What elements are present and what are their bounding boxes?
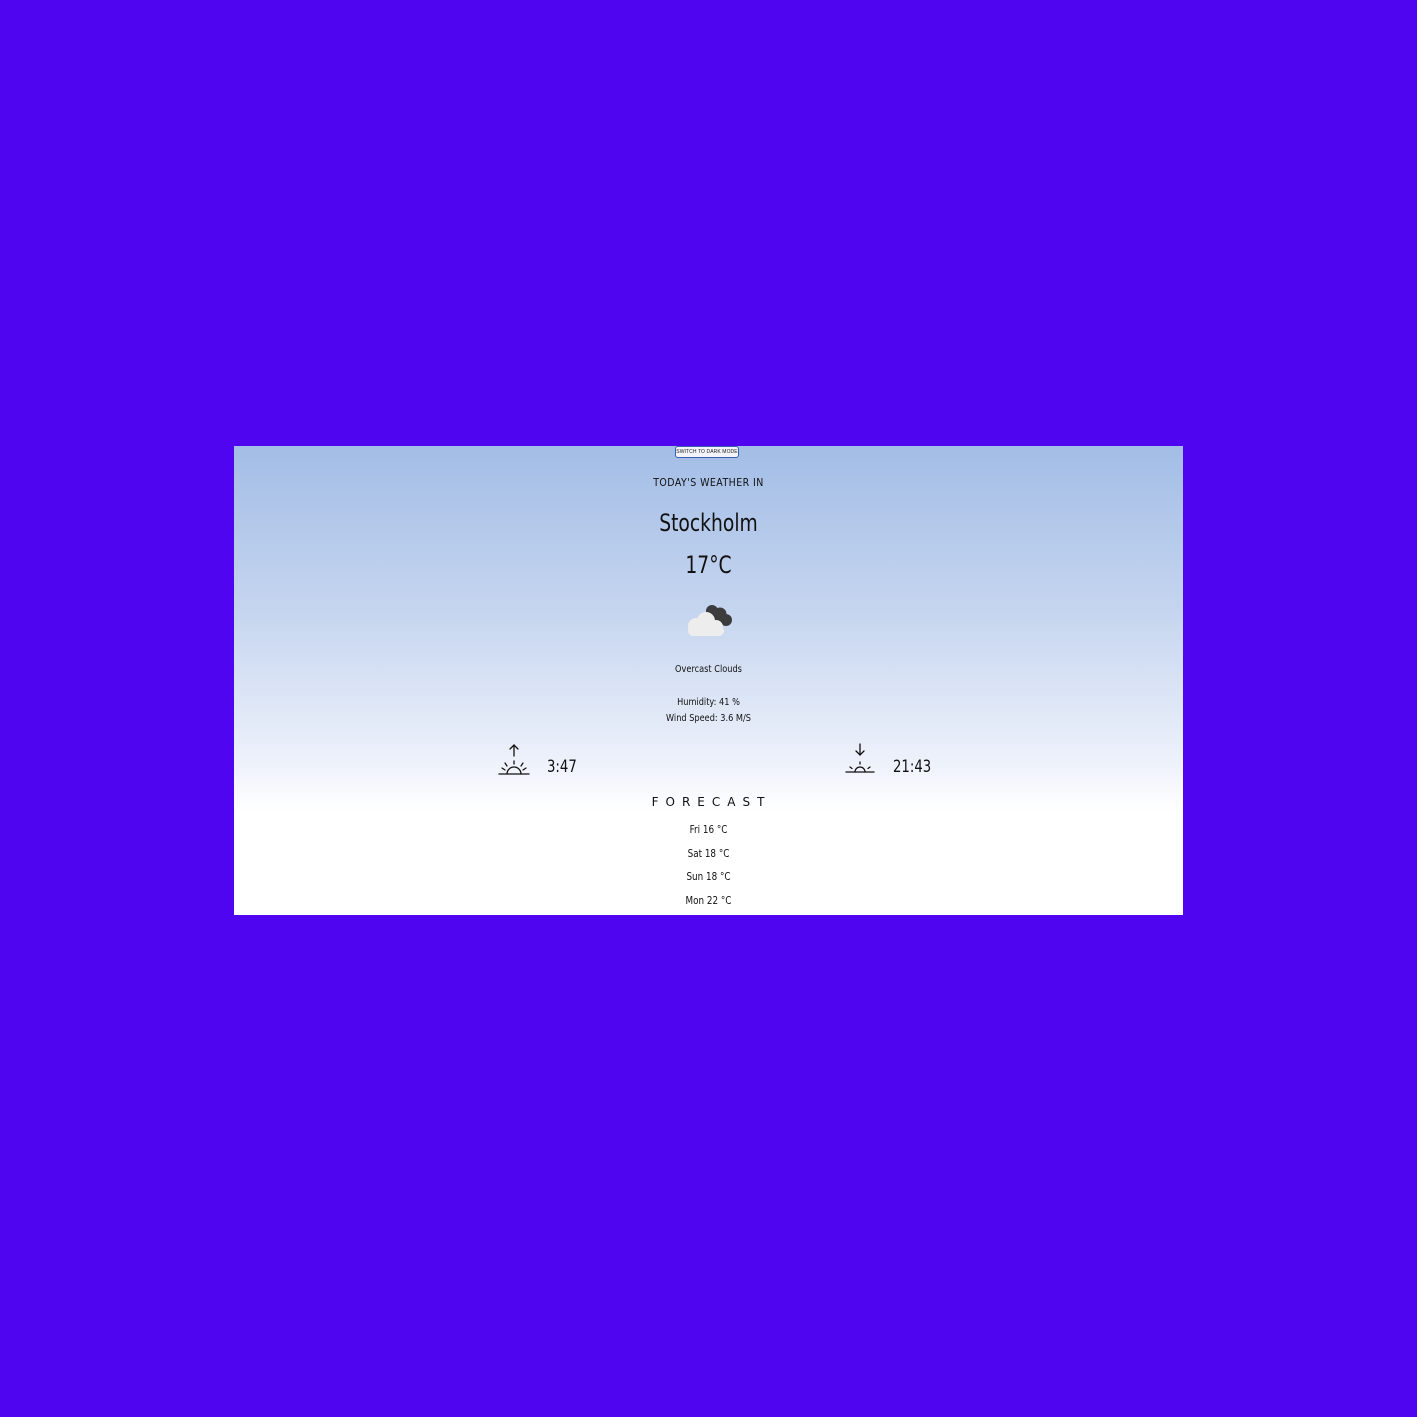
- sunrise-block: 3:47: [498, 743, 585, 777]
- wind-speed-readout: Wind Speed: 3.6 M/S: [666, 713, 751, 724]
- overcast-clouds-icon: [688, 605, 732, 636]
- forecast-item-mon: Mon 22 °C: [685, 894, 732, 908]
- forecast-title: FORECAST: [651, 795, 772, 809]
- sunset-icon: [845, 743, 875, 773]
- humidity-readout: Humidity: 41 %: [677, 697, 740, 708]
- sunset-block: 21:43: [844, 743, 942, 777]
- city-name: Stockholm: [659, 509, 758, 537]
- sunrise-icon: [498, 744, 530, 775]
- forecast-list: Fri 16 °C Sat 18 °C Sun 18 °C Mon 22 °C: [234, 823, 1183, 915]
- weather-heading: TODAY'S WEATHER IN: [653, 476, 764, 489]
- forecast-item-sun: Sun 18 °C: [686, 870, 731, 884]
- dark-mode-toggle-button[interactable]: SWITCH TO DARK MODE: [675, 446, 739, 458]
- current-temperature: 17°C: [685, 551, 732, 579]
- weather-app: SWITCH TO DARK MODE TODAY'S WEATHER IN S…: [234, 446, 1183, 915]
- weather-description: Overcast Clouds: [675, 664, 742, 675]
- sunrise-time: 3:47: [547, 757, 577, 777]
- forecast-item-fri: Fri 16 °C: [689, 823, 728, 836]
- forecast-item-sat: Sat 18 °C: [687, 846, 730, 860]
- sunset-time: 21:43: [893, 757, 932, 777]
